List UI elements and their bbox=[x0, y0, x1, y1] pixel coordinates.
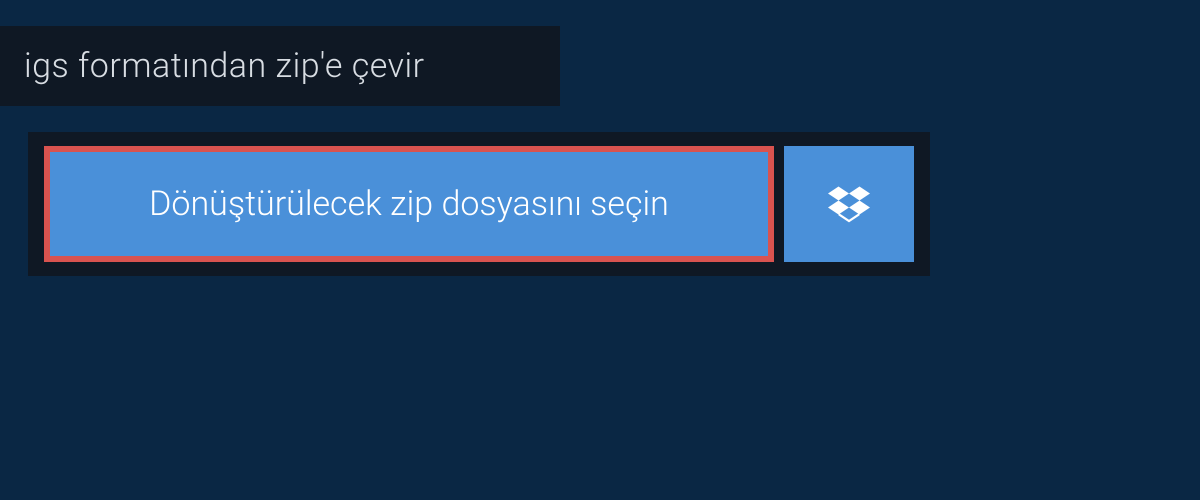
dropbox-icon bbox=[828, 183, 870, 225]
select-file-button[interactable]: Dönüştürülecek zip dosyasını seçin bbox=[44, 146, 774, 262]
header-bar: igs formatından zip'e çevir bbox=[0, 26, 560, 106]
dropbox-button[interactable] bbox=[784, 146, 914, 262]
select-file-label: Dönüştürülecek zip dosyasını seçin bbox=[149, 184, 669, 224]
action-panel: Dönüştürülecek zip dosyasını seçin bbox=[28, 132, 930, 276]
page-title: igs formatından zip'e çevir bbox=[24, 46, 536, 86]
